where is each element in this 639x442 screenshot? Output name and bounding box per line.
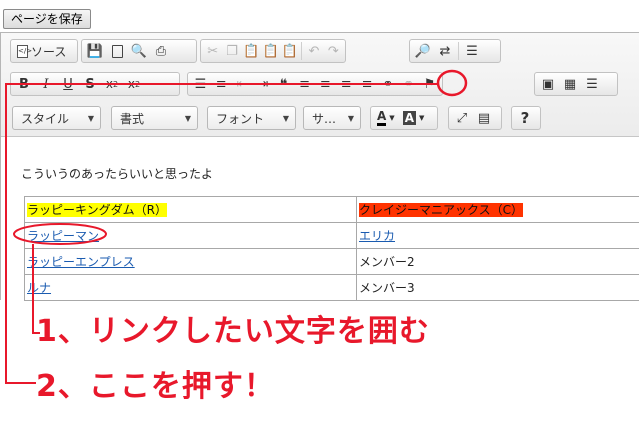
link-button-circle	[436, 69, 468, 97]
annotation-step1: 1、リンクしたい文字を囲む	[36, 314, 430, 349]
annotation-step2: 2、ここを押す！	[36, 369, 275, 404]
text-selection-circle	[13, 223, 107, 245]
